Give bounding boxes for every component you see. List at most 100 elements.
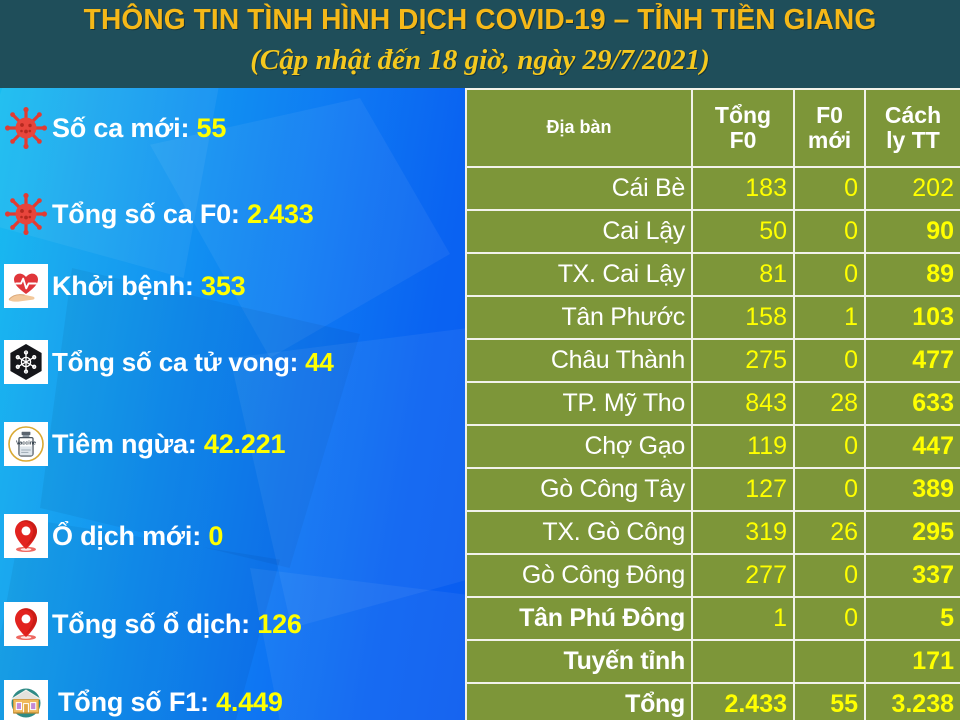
header-line-1: Cách bbox=[884, 102, 942, 129]
stat-row-total-outbreaks: Tổng số ổ dịch: 126 bbox=[0, 598, 465, 650]
cell-area-name: Tuyến tỉnh bbox=[465, 639, 693, 684]
infographic-page: THÔNG TIN TÌNH HÌNH DỊCH COVID-19 – TỈNH… bbox=[0, 0, 960, 720]
table-body: Cái Bè 183 0 202 Cai Lậy 50 0 90 TX. Cai Lậy 81 0 8… bbox=[465, 166, 960, 720]
cell-total-f0: 1 bbox=[691, 596, 795, 641]
cell-new-f0: 28 bbox=[793, 381, 866, 426]
cell-total-f0: 843 bbox=[691, 381, 795, 426]
summary-stats-list: Số ca mới: 55 Tổng số ca F0: 2.433 Khởi … bbox=[0, 88, 465, 720]
cell-new-f0: 0 bbox=[793, 553, 866, 598]
header-line-2: F0 bbox=[729, 127, 757, 153]
cell-new-f0 bbox=[793, 639, 866, 684]
stat-row-recovered: Khởi bệnh: 353 bbox=[0, 260, 465, 312]
cell-isolation: 171 bbox=[864, 639, 960, 684]
cell-area-name: Cái Bè bbox=[465, 166, 693, 211]
stat-text-total-outbreaks: Tổng số ổ dịch: 126 bbox=[52, 609, 465, 640]
cell-new-f0: 0 bbox=[793, 467, 866, 512]
page-subtitle: (Cập nhật đến 18 giờ, ngày 29/7/2021) bbox=[250, 44, 710, 76]
cell-new-f0: 0 bbox=[793, 596, 866, 641]
cell-total-f0: 158 bbox=[691, 295, 795, 340]
cell-isolation: 5 bbox=[864, 596, 960, 641]
cell-area-name: Tân Phú Đông bbox=[465, 596, 693, 641]
cell-new-f0: 0 bbox=[793, 338, 866, 383]
stat-row-total-f1: Tổng số F1: 4.449 bbox=[0, 676, 465, 720]
cell-total-f0: 2.433 bbox=[691, 682, 795, 720]
cell-area-name: Châu Thành bbox=[465, 338, 693, 383]
cell-total-f0: 119 bbox=[691, 424, 795, 469]
cell-area-name: Chợ Gạo bbox=[465, 424, 693, 469]
table-row: TX. Gò Công 319 26 295 bbox=[465, 510, 960, 555]
page-title: THÔNG TIN TÌNH HÌNH DỊCH COVID-19 – TỈNH… bbox=[83, 4, 877, 36]
column-header-isolation: Cách ly TT bbox=[864, 88, 960, 168]
cell-isolation: 3.238 bbox=[864, 682, 960, 720]
stat-text-deaths: Tổng số ca tử vong: 44 bbox=[52, 347, 465, 378]
stat-label: Tổng số ca tử vong: bbox=[52, 346, 299, 377]
table-row: Châu Thành 275 0 477 bbox=[465, 338, 960, 383]
cell-isolation: 447 bbox=[864, 424, 960, 469]
table-row: TX. Cai Lậy 81 0 89 bbox=[465, 252, 960, 297]
virus-hexagon-icon bbox=[4, 340, 48, 384]
header-line-2: mới bbox=[807, 127, 852, 153]
cell-total-f0: 50 bbox=[691, 209, 795, 254]
cell-isolation: 477 bbox=[864, 338, 960, 383]
cell-isolation: 202 bbox=[864, 166, 960, 211]
table-row: Gò Công Tây 127 0 389 bbox=[465, 467, 960, 512]
cell-total-f0: 127 bbox=[691, 467, 795, 512]
cell-total-f0: 277 bbox=[691, 553, 795, 598]
cell-area-name: Tân Phước bbox=[465, 295, 693, 340]
house-icon bbox=[4, 680, 48, 720]
heart-in-hand-icon bbox=[4, 264, 48, 308]
cell-total-f0: 81 bbox=[691, 252, 795, 297]
table-row: Cai Lậy 50 0 90 bbox=[465, 209, 960, 254]
stat-row-vaccinations: Vaccine Tiêm ngừa: 42.221 bbox=[0, 418, 465, 470]
stat-label: Tổng số ca F0: bbox=[52, 198, 240, 229]
cell-area-name: TP. Mỹ Tho bbox=[465, 381, 693, 426]
cell-isolation: 337 bbox=[864, 553, 960, 598]
stat-row-deaths: Tổng số ca tử vong: 44 bbox=[0, 336, 465, 388]
stat-value: 44 bbox=[305, 346, 334, 377]
stat-text-vaccinations: Tiêm ngừa: 42.221 bbox=[52, 429, 465, 460]
cell-new-f0: 0 bbox=[793, 166, 866, 211]
header-line-2: ly TT bbox=[886, 127, 940, 153]
table-row-total: Tổng 2.433 55 3.238 bbox=[465, 682, 960, 720]
cell-area-name: TX. Cai Lậy bbox=[465, 252, 693, 297]
table-row: Cái Bè 183 0 202 bbox=[465, 166, 960, 211]
cell-new-f0: 0 bbox=[793, 252, 866, 297]
cell-isolation: 90 bbox=[864, 209, 960, 254]
cell-total-f0 bbox=[691, 639, 795, 684]
cell-area-name: Tổng bbox=[465, 682, 693, 720]
table-row: Gò Công Đông 277 0 337 bbox=[465, 553, 960, 598]
stat-label: Khởi bệnh: bbox=[52, 270, 194, 301]
table-header: Địa bàn Tổng F0 F0 mới Cách ly TT bbox=[465, 88, 960, 168]
cell-area-name: Gò Công Tây bbox=[465, 467, 693, 512]
stat-text-total-f0: Tổng số ca F0: 2.433 bbox=[52, 199, 465, 230]
stat-value: 353 bbox=[201, 270, 246, 301]
stat-value: 2.433 bbox=[247, 198, 314, 229]
table-row: Tân Phước 158 1 103 bbox=[465, 295, 960, 340]
table-row: Chợ Gạo 119 0 447 bbox=[465, 424, 960, 469]
map-pin-icon bbox=[4, 514, 48, 558]
stat-text-recovered: Khởi bệnh: 353 bbox=[52, 271, 465, 302]
table-row: TP. Mỹ Tho 843 28 633 bbox=[465, 381, 960, 426]
table-row: Tuyến tỉnh 171 bbox=[465, 639, 960, 684]
stat-row-new-cases: Số ca mới: 55 bbox=[0, 102, 465, 154]
cell-new-f0: 0 bbox=[793, 424, 866, 469]
summary-panel: Số ca mới: 55 Tổng số ca F0: 2.433 Khởi … bbox=[0, 88, 465, 720]
stat-value: 42.221 bbox=[203, 428, 286, 459]
table-row: Tân Phú Đông 1 0 5 bbox=[465, 596, 960, 641]
cell-new-f0: 0 bbox=[793, 209, 866, 254]
stat-label: Tiêm ngừa: bbox=[52, 428, 197, 459]
column-header-total-f0: Tổng F0 bbox=[691, 88, 795, 168]
cell-area-name: TX. Gò Công bbox=[465, 510, 693, 555]
cell-new-f0: 55 bbox=[793, 682, 866, 720]
cell-total-f0: 319 bbox=[691, 510, 795, 555]
coronavirus-icon bbox=[4, 106, 48, 150]
stat-value: 4.449 bbox=[216, 686, 283, 717]
covid-table: Địa bàn Tổng F0 F0 mới Cách ly TT Cái Bè bbox=[465, 88, 960, 720]
cell-area-name: Cai Lậy bbox=[465, 209, 693, 254]
cell-isolation: 103 bbox=[864, 295, 960, 340]
stat-label: Tổng số ổ dịch: bbox=[52, 608, 250, 639]
stat-label: Số ca mới: bbox=[52, 112, 190, 143]
header-line-1: Tổng bbox=[714, 102, 772, 129]
cell-total-f0: 183 bbox=[691, 166, 795, 211]
stat-label: Ổ dịch mới: bbox=[52, 520, 202, 551]
